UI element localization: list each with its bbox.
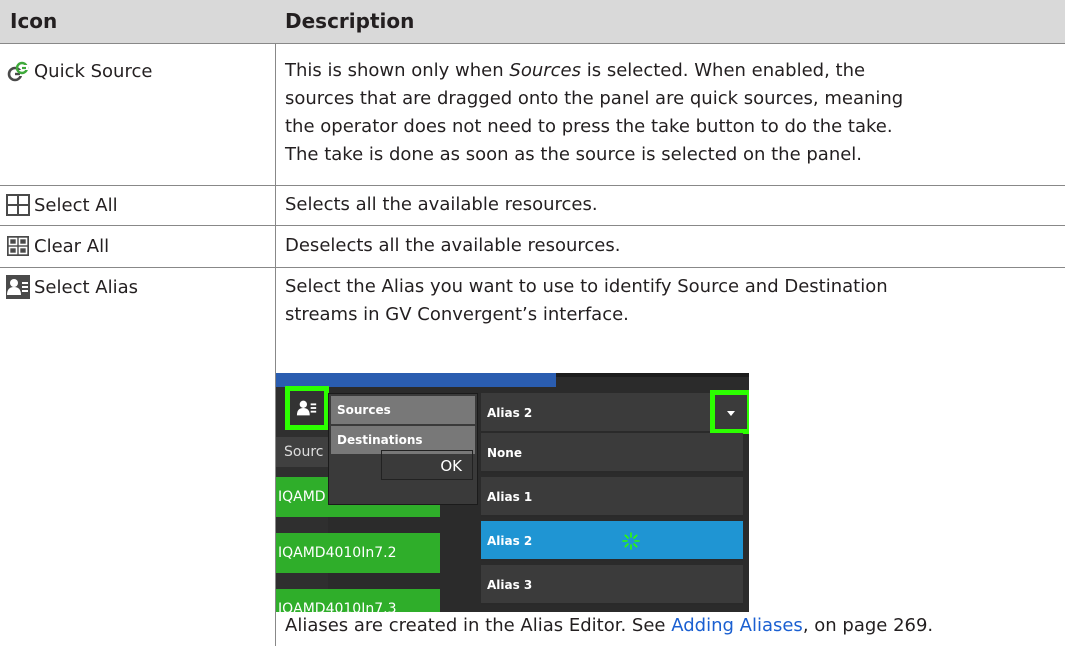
- dropdown-option[interactable]: Alias 3: [481, 565, 743, 605]
- option-label: Alias 2: [487, 534, 533, 548]
- row-divider: [0, 185, 1065, 186]
- source-item[interactable]: IQAMD4010In7.2: [276, 533, 440, 573]
- text: The take is done as soon as the source i…: [285, 144, 863, 165]
- select-alias-icon[interactable]: [296, 397, 318, 419]
- row-description: Deselects all the available resources.: [285, 232, 620, 260]
- row-divider: [0, 225, 1065, 226]
- header-description: Description: [285, 9, 415, 33]
- text: This is shown only when: [285, 60, 510, 81]
- row-description: Selects all the available resources.: [285, 191, 598, 219]
- row-label: Select All: [34, 194, 118, 216]
- adding-aliases-link[interactable]: Adding Aliases: [671, 615, 803, 636]
- row-description: This is shown only when Sources is selec…: [285, 57, 903, 169]
- header-icon: Icon: [10, 9, 58, 33]
- alias-popup: Sources Destinations OK: [328, 393, 478, 505]
- text: the operator does not need to press the …: [285, 116, 893, 137]
- select-all-icon: [6, 194, 30, 216]
- dropdown-option[interactable]: None: [481, 433, 743, 473]
- text: is selected. When enabled, the: [581, 60, 866, 81]
- row-label: Select Alias: [34, 276, 138, 298]
- text: sources that are dragged onto the panel …: [285, 88, 904, 109]
- table-row: Quick Source: [6, 56, 152, 86]
- sources-term: Sources: [509, 60, 581, 81]
- clear-all-icon: [7, 236, 29, 256]
- text: streams in GV Convergent’s interface.: [285, 304, 629, 325]
- source-item[interactable]: IQAMD4010In7.3: [276, 589, 440, 612]
- chevron-down-icon[interactable]: [726, 408, 736, 418]
- alias-footer-note: Aliases are created in the Alias Editor.…: [285, 612, 933, 640]
- ok-button[interactable]: OK: [381, 450, 473, 480]
- quick-source-icon: [6, 59, 30, 83]
- table-header: Icon Description: [0, 0, 1065, 43]
- loading-spinner-icon: [622, 532, 640, 550]
- table-row: Select Alias: [6, 272, 138, 302]
- table-row: Select All: [6, 190, 118, 220]
- dropdown-option[interactable]: Alias 1: [481, 477, 743, 517]
- text: Deselects all the available resources.: [285, 235, 621, 256]
- text: Selects all the available resources.: [285, 194, 598, 215]
- text: Aliases are created in the Alias Editor.…: [285, 615, 672, 636]
- text: Select the Alias you want to use to iden…: [285, 276, 888, 297]
- dropdown-value: Alias 2: [487, 406, 533, 420]
- row-divider: [0, 267, 1065, 268]
- text: , on page 269.: [802, 615, 934, 636]
- highlight-box: [285, 386, 329, 430]
- dropdown-option-selected[interactable]: Alias 2: [481, 521, 743, 561]
- highlight-box: [710, 390, 749, 434]
- select-alias-icon: [6, 275, 30, 299]
- row-label: Clear All: [34, 235, 110, 257]
- table-row: Clear All: [6, 231, 109, 261]
- row-label: Quick Source: [34, 60, 153, 82]
- row-divider: [0, 43, 1065, 44]
- sources-option[interactable]: Sources: [331, 396, 475, 424]
- blue-title-bar: [276, 373, 556, 387]
- row-description: Select the Alias you want to use to iden…: [285, 273, 888, 329]
- alias-selector-screenshot: Sourc IQAMD IQAMD4010In7.2 IQAMD4010In7.…: [276, 373, 749, 612]
- alias-dropdown[interactable]: Alias 2: [481, 393, 743, 433]
